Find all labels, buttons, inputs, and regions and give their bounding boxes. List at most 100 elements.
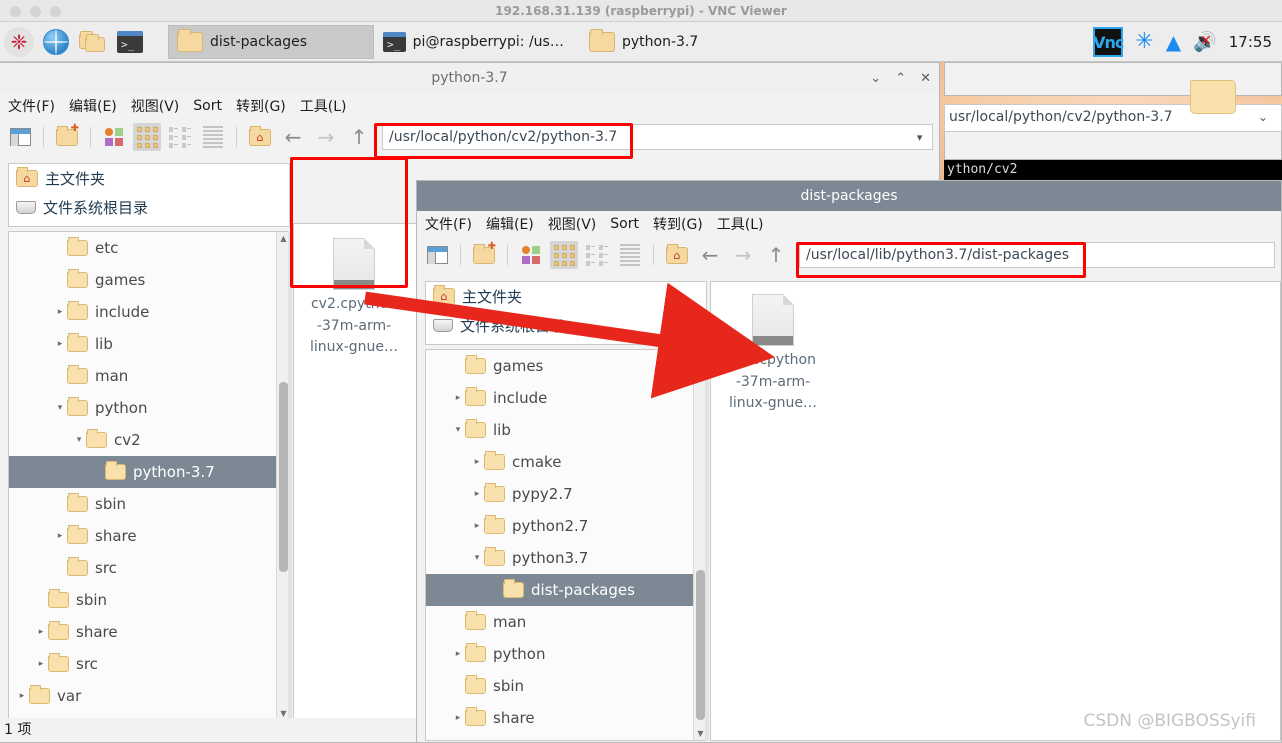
tree-row[interactable]: ▸ share xyxy=(9,520,289,552)
window1-pane-splitter[interactable] xyxy=(288,231,292,721)
scrollbar-thumb[interactable] xyxy=(696,570,705,720)
tree-row[interactable]: ▸ python xyxy=(426,638,706,670)
chevron-right-icon[interactable]: ▸ xyxy=(451,393,465,403)
chevron-right-icon[interactable]: ▸ xyxy=(34,659,48,669)
taskbar-task-dist-packages[interactable]: dist-packages xyxy=(168,25,374,59)
taskbar-task-python-3-7[interactable]: python-3.7 xyxy=(580,25,780,59)
home-folder-icon[interactable]: ⌂ xyxy=(663,241,691,269)
forward-icon[interactable]: → xyxy=(312,123,340,151)
web-browser-icon[interactable] xyxy=(39,25,73,59)
tree-row[interactable]: ▾ cv2 xyxy=(9,424,289,456)
chevron-right-icon[interactable]: ▸ xyxy=(470,457,484,467)
tree-row[interactable]: sbin xyxy=(426,670,706,702)
menu-edit[interactable]: 编辑(E) xyxy=(486,214,534,234)
tree-row[interactable]: ▸ src xyxy=(9,648,289,680)
volume-muted-icon[interactable]: 🔊 ✕ xyxy=(1193,32,1217,52)
scrollbar-thumb[interactable] xyxy=(279,382,288,572)
window2-file-pane[interactable]: cv2.cpython -37m-arm- linux-gnue… xyxy=(710,281,1281,741)
compact-view-icon[interactable] xyxy=(583,241,611,269)
chevron-right-icon[interactable]: ▸ xyxy=(34,627,48,637)
chevron-right-icon[interactable]: ▸ xyxy=(15,691,29,701)
chevron-down-icon[interactable]: ▾ xyxy=(72,435,86,445)
home-folder-icon[interactable]: ⌂ xyxy=(246,123,274,151)
new-window-icon[interactable] xyxy=(6,123,34,151)
new-folder-icon[interactable] xyxy=(53,123,81,151)
window2-pane-splitter[interactable] xyxy=(705,349,709,741)
menu-tools[interactable]: 工具(L) xyxy=(300,96,347,116)
place-home[interactable]: ⌂ 主文件夹 xyxy=(426,282,706,311)
forward-icon[interactable]: → xyxy=(729,241,757,269)
tree-row[interactable]: ▸ lib xyxy=(9,328,289,360)
tree-row[interactable]: ▸ include xyxy=(9,296,289,328)
tree-row[interactable]: ▸ cmake xyxy=(426,446,706,478)
tree-row[interactable]: ▸ share xyxy=(426,702,706,734)
menu-tools[interactable]: 工具(L) xyxy=(717,214,764,234)
tree-row[interactable]: ▾ python3.7 xyxy=(426,542,706,574)
place-home[interactable]: ⌂ 主文件夹 xyxy=(9,164,289,193)
chevron-right-icon[interactable]: ▸ xyxy=(53,307,67,317)
tree-row[interactable]: games xyxy=(9,264,289,296)
chevron-right-icon[interactable]: ▸ xyxy=(451,713,465,723)
window2-titlebar[interactable]: dist-packages xyxy=(417,181,1281,211)
tree-row[interactable]: man xyxy=(426,606,706,638)
bluetooth-icon[interactable]: ✳ xyxy=(1135,31,1153,53)
path-input[interactable] xyxy=(800,243,1274,267)
chevron-right-icon[interactable]: ▸ xyxy=(451,649,465,659)
tree-row[interactable]: ▸ include xyxy=(426,382,706,414)
chevron-right-icon[interactable]: ▸ xyxy=(470,489,484,499)
tree-row[interactable]: ▸ share xyxy=(9,616,289,648)
icon-view-icon[interactable] xyxy=(133,123,161,151)
menu-go[interactable]: 转到(G) xyxy=(653,214,703,234)
file-manager-icon[interactable] xyxy=(76,25,110,59)
minimize-button[interactable]: ⌄ xyxy=(870,72,881,85)
tree-row[interactable]: ▸ pypy2.7 xyxy=(426,478,706,510)
chevron-down-icon[interactable]: ▾ xyxy=(451,425,465,435)
tree-row[interactable]: ▾ lib xyxy=(426,414,706,446)
close-button[interactable]: ✕ xyxy=(920,72,931,85)
compact-view-icon[interactable] xyxy=(166,123,194,151)
tree-row[interactable]: man xyxy=(9,360,289,392)
vnc-server-icon[interactable]: Vnc xyxy=(1093,27,1124,57)
menu-view[interactable]: 视图(V) xyxy=(548,214,597,234)
chevron-right-icon[interactable]: ▸ xyxy=(470,521,484,531)
thumbnail-view-icon[interactable] xyxy=(517,241,545,269)
chevron-right-icon[interactable]: ▸ xyxy=(53,339,67,349)
back-icon[interactable]: ← xyxy=(696,241,724,269)
path-dropdown-icon[interactable]: ▾ xyxy=(907,131,932,144)
background-path-dropdown-icon[interactable]: ⌄ xyxy=(1258,110,1268,124)
tree-row[interactable]: etc xyxy=(9,232,289,264)
menu-file[interactable]: 文件(F) xyxy=(425,214,472,234)
detail-view-icon[interactable] xyxy=(199,123,227,151)
up-icon[interactable]: ↑ xyxy=(762,241,790,269)
file-item-cv2-so[interactable]: cv2.cpython -37m-arm- linux-gnue… xyxy=(717,294,829,415)
new-window-icon[interactable] xyxy=(423,241,451,269)
tree-row[interactable]: python-3.7 xyxy=(9,456,289,488)
window2-path-bar[interactable] xyxy=(799,242,1275,268)
menu-file[interactable]: 文件(F) xyxy=(8,96,55,116)
tree-row[interactable]: sbin xyxy=(9,488,289,520)
tree-row[interactable]: ▸ var xyxy=(9,680,289,712)
menu-view[interactable]: 视图(V) xyxy=(131,96,180,116)
place-filesystem-root[interactable]: 文件系统根目录 xyxy=(9,193,289,222)
window-dist-packages[interactable]: dist-packages 文件(F) 编辑(E) 视图(V) Sort 转到(… xyxy=(416,180,1282,743)
window1-file-pane[interactable]: cv2.cpython -37m-arm- linux-gnue… xyxy=(293,223,417,721)
place-filesystem-root[interactable]: 文件系统根目录 xyxy=(426,311,706,340)
icon-view-icon[interactable] xyxy=(550,241,578,269)
chevron-right-icon[interactable]: ▸ xyxy=(53,531,67,541)
window1-directory-tree[interactable]: etc games ▸ include ▸ lib man ▾ python ▾ cv2 python… xyxy=(8,231,290,721)
path-input[interactable] xyxy=(383,125,908,149)
tree-row[interactable]: games xyxy=(426,350,706,382)
menu-sort[interactable]: Sort xyxy=(193,98,222,114)
chevron-down-icon[interactable]: ▾ xyxy=(470,553,484,563)
file-item-cv2-so[interactable]: cv2.cpython -37m-arm- linux-gnue… xyxy=(298,238,410,359)
tree-row[interactable]: dist-packages xyxy=(426,574,706,606)
menu-go[interactable]: 转到(G) xyxy=(236,96,286,116)
tree-row[interactable]: sbin xyxy=(9,584,289,616)
tree-row[interactable]: ▾ python xyxy=(9,392,289,424)
wifi-icon[interactable]: ▲ xyxy=(1166,32,1181,52)
taskbar-task-terminal[interactable]: >_ pi@raspberrypi: /usr/l… xyxy=(374,25,580,59)
thumbnail-view-icon[interactable] xyxy=(100,123,128,151)
tree-row[interactable]: src xyxy=(9,552,289,584)
menu-edit[interactable]: 编辑(E) xyxy=(69,96,117,116)
clock[interactable]: 17:55 xyxy=(1229,33,1276,51)
